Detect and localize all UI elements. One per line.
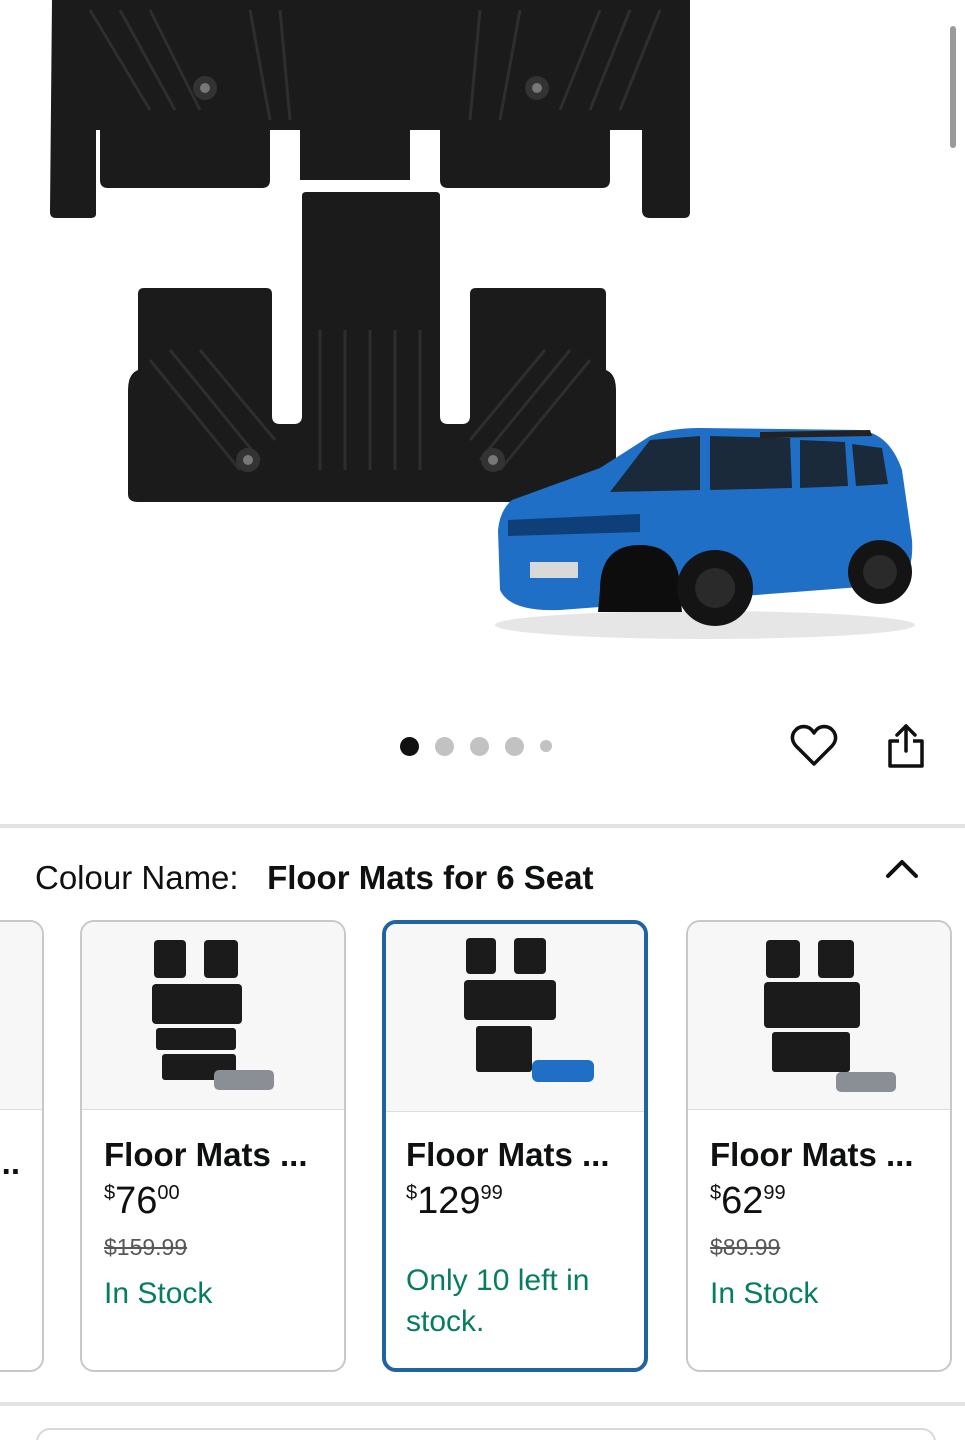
section-divider [0,824,965,828]
carousel-dot-1[interactable] [400,736,419,756]
variant-price: $6299 [710,1180,786,1222]
carousel-dot-3[interactable] [470,736,489,756]
variant-thumbnail [688,922,950,1110]
variant-title: Floor Mats ... [406,1136,610,1173]
variant-thumbnail [82,922,344,1110]
section-divider [0,1402,965,1406]
variant-card-selected[interactable]: Floor Mats ... $12999 Only 10 left in st… [382,920,648,1372]
variant-carousel[interactable]: .. Floor Mats ... $7600 $159.99 In Stock [0,918,965,1378]
colour-name-value: Floor Mats for 6 Seat [267,859,594,896]
next-section-card [36,1428,936,1440]
variant-stock-status: Only 10 left in stock. [406,1264,590,1339]
image-carousel-indicator [400,736,552,756]
variant-price: $12999 [406,1180,503,1222]
variant-title: Floor Mats ... [710,1136,914,1173]
chevron-up-icon [886,860,918,878]
colour-name-label: Colour Name: [35,859,239,896]
variant-list-price: $159.99 [104,1234,188,1260]
variant-list-price: $89.99 [710,1234,781,1260]
colour-name-row: Colour Name: Floor Mats for 6 Seat [35,858,593,897]
variant-title: Floor Mats ... [104,1136,308,1173]
heart-icon [790,724,838,766]
carousel-dot-2[interactable] [435,736,454,756]
variant-stock-status: In Stock [104,1277,213,1310]
carousel-dot-5[interactable] [540,740,552,752]
variant-card[interactable]: Floor Mats ... $6299 $89.99 In Stock [686,920,952,1372]
share-button[interactable] [880,720,932,772]
carousel-dot-4[interactable] [505,736,524,756]
variant-card[interactable]: .. [0,920,44,1372]
page-scrollbar[interactable] [950,26,956,148]
floor-mat-product-photo [50,0,915,639]
variant-stock-status: In Stock [710,1277,819,1310]
collapse-variants-button[interactable] [880,850,924,886]
share-icon [888,724,924,768]
product-image[interactable] [0,0,965,700]
variant-thumbnail [386,924,644,1112]
add-to-wishlist-button[interactable] [788,720,840,772]
variant-thumbnail [0,922,42,1110]
variant-card[interactable]: Floor Mats ... $7600 $159.99 In Stock [80,920,346,1372]
variant-title: .. [1,1144,20,1181]
variant-price: $7600 [104,1180,180,1222]
